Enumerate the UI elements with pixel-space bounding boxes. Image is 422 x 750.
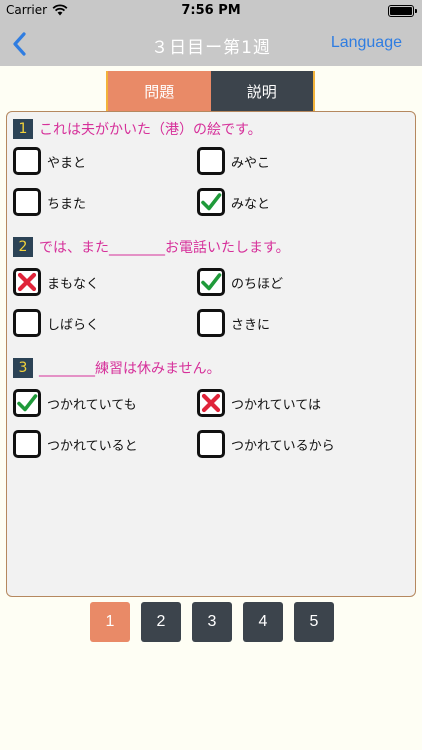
checkbox[interactable] — [197, 188, 225, 216]
option-label: みなと — [231, 196, 271, 212]
question-panel: 1 これは夫がかいた（港）の絵です。 やまと みやこ ちまた みなと 2 では、… — [6, 111, 416, 597]
option-label: まもなく — [47, 276, 100, 292]
option-label: つかれていても — [47, 397, 137, 413]
question-text: ________練習は休みません。 — [39, 361, 221, 377]
checkbox[interactable] — [13, 389, 41, 417]
page-button-1[interactable]: 1 — [90, 602, 130, 642]
checkbox[interactable] — [197, 309, 225, 337]
answer-option[interactable]: まもなく — [13, 267, 99, 297]
answer-option[interactable]: やまと — [13, 146, 86, 176]
cross-mark-icon — [17, 272, 37, 292]
checkbox[interactable] — [13, 147, 41, 175]
navigation-bar: ３日目ー第1週 Language — [0, 22, 422, 66]
checkbox[interactable] — [197, 389, 225, 417]
answer-option[interactable]: みなと — [197, 187, 270, 217]
page-button-3[interactable]: 3 — [192, 602, 232, 642]
option-label: のちほど — [231, 276, 284, 292]
checkbox[interactable] — [197, 147, 225, 175]
checkbox[interactable] — [13, 430, 41, 458]
option-label: つかれていると — [47, 438, 138, 454]
language-button[interactable]: Language — [331, 34, 402, 52]
check-mark-icon — [17, 394, 38, 412]
checkbox[interactable] — [197, 430, 225, 458]
tab-bar: 問題 説明 — [106, 71, 315, 111]
checkbox[interactable] — [13, 309, 41, 337]
page-button-4[interactable]: 4 — [243, 602, 283, 642]
option-label: しばらく — [47, 317, 100, 333]
option-label: さきに — [231, 317, 271, 333]
question-number: 3 — [13, 358, 33, 378]
checkbox[interactable] — [197, 268, 225, 296]
answer-option[interactable]: つかれているから — [197, 429, 335, 459]
option-label: みやこ — [231, 155, 271, 171]
page-button-5[interactable]: 5 — [294, 602, 334, 642]
question-text: これは夫がかいた（港）の絵です。 — [39, 122, 262, 138]
answer-option[interactable]: みやこ — [197, 146, 270, 176]
option-label: つかれていては — [231, 397, 321, 413]
tab-question[interactable]: 問題 — [106, 71, 211, 111]
question-number: 2 — [13, 237, 33, 257]
answer-option[interactable]: さきに — [197, 308, 270, 338]
page-selector: 1 2 3 4 5 — [90, 602, 334, 642]
question-number: 1 — [13, 119, 33, 139]
question-header: 2 では、また________お電話いたします。 — [13, 236, 290, 258]
tab-explanation[interactable]: 説明 — [210, 71, 315, 111]
checkbox[interactable] — [13, 268, 41, 296]
answer-option[interactable]: つかれていると — [13, 429, 138, 459]
check-mark-icon — [201, 273, 222, 291]
question-header: 1 これは夫がかいた（港）の絵です。 — [13, 118, 262, 140]
question-text: では、また________お電話いたします。 — [39, 240, 290, 256]
answer-option[interactable]: つかれていても — [13, 388, 137, 418]
option-label: ちまた — [47, 196, 87, 212]
option-label: やまと — [47, 155, 87, 171]
check-mark-icon — [201, 193, 222, 211]
status-bar: Carrier 7:56 PM — [0, 0, 422, 22]
cross-mark-icon — [201, 393, 221, 413]
status-time: 7:56 PM — [181, 3, 241, 18]
answer-option[interactable]: つかれていては — [197, 388, 321, 418]
option-label: つかれているから — [231, 438, 335, 454]
checkbox[interactable] — [13, 188, 41, 216]
answer-option[interactable]: しばらく — [13, 308, 99, 338]
question-header: 3 ________練習は休みません。 — [13, 357, 221, 379]
answer-option[interactable]: ちまた — [13, 187, 86, 217]
page-button-2[interactable]: 2 — [141, 602, 181, 642]
battery-icon — [388, 5, 417, 17]
answer-option[interactable]: のちほど — [197, 267, 283, 297]
